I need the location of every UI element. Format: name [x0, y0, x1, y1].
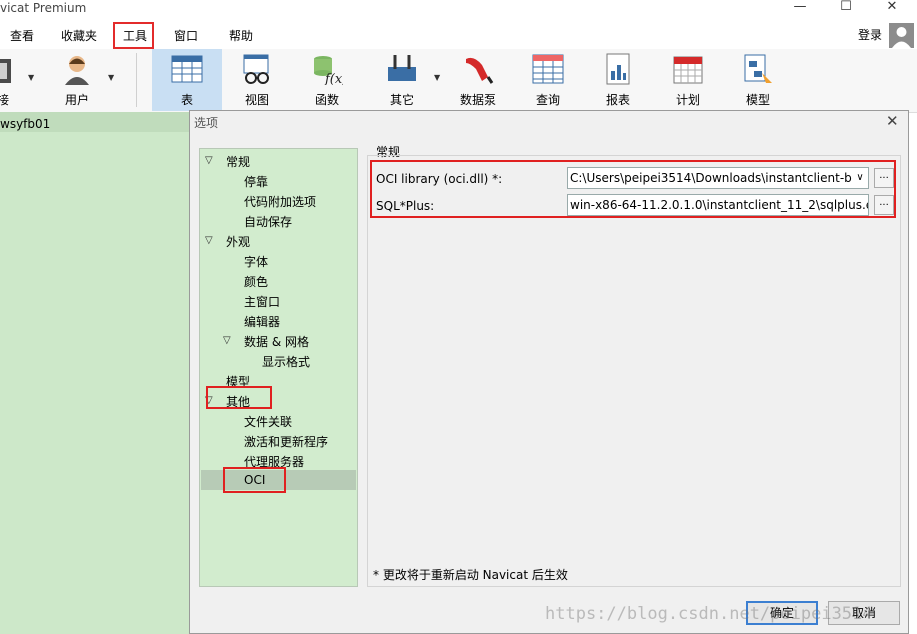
other-button[interactable]: 其它: [370, 49, 434, 111]
tree-item-display-format[interactable]: 显示格式: [262, 353, 310, 370]
data-pump-label: 数据泵: [459, 93, 496, 107]
tree-item-color[interactable]: 颜色: [244, 273, 268, 290]
calendar-icon: [673, 56, 703, 84]
tree-item-font[interactable]: 字体: [244, 253, 268, 270]
connection-button[interactable]: 接: [0, 49, 20, 111]
view-label: 视图: [244, 93, 269, 107]
connection-icon: [0, 59, 11, 83]
tree-item-activation-update[interactable]: 激活和更新程序: [244, 433, 328, 450]
dialog-title: 选项: [194, 116, 219, 130]
oci-highlight-box: [223, 467, 286, 493]
tree-item-main-window[interactable]: 主窗口: [244, 293, 280, 310]
general-group-box: [367, 155, 901, 587]
restart-note: * 更改将于重新启动 Navicat 后生效: [373, 568, 568, 582]
report-icon: [606, 53, 630, 85]
user-dropdown-icon[interactable]: ▼: [108, 73, 114, 82]
function-label: 函数: [314, 93, 339, 107]
connection-label: 接: [0, 93, 9, 107]
app-title: vicat Premium: [0, 1, 87, 15]
tree-item-general[interactable]: 常规: [226, 153, 250, 170]
toolbar-ribbon: 接 ▼ 用户 ▼ 表 视图 f(x) 函数 其它 ▼ 数据泵 查询 报表 计划 …: [0, 49, 917, 113]
query-button[interactable]: 查询: [516, 49, 580, 111]
schedule-button[interactable]: 计划: [656, 49, 720, 111]
watermark: https://blog.csdn.net/peipei3514: [545, 604, 873, 624]
tree-item-code-options[interactable]: 代码附加选项: [244, 193, 316, 210]
minimize-button[interactable]: —: [780, 0, 820, 17]
schedule-label: 计划: [675, 93, 700, 107]
login-link[interactable]: 登录: [858, 26, 882, 43]
expand-caret-icon[interactable]: ▽: [223, 335, 231, 346]
function-icon: f(x): [314, 56, 343, 85]
view-glasses-icon: [243, 54, 269, 84]
data-pump-button[interactable]: 数据泵: [444, 49, 512, 111]
expand-caret-icon[interactable]: ▽: [205, 155, 213, 166]
maximize-button[interactable]: ☐: [826, 0, 866, 17]
fuel-pump-icon: [466, 57, 494, 84]
dialog-close-icon[interactable]: ✕: [886, 112, 899, 130]
view-button[interactable]: 视图: [224, 49, 290, 111]
user-icon: [65, 56, 89, 85]
other-dropdown-icon[interactable]: ▼: [434, 73, 440, 82]
ribbon-separator: [136, 53, 137, 107]
table-label: 表: [180, 93, 193, 107]
title-bar: vicat Premium — ☐ ✕: [0, 0, 917, 20]
others-highlight-box: [206, 386, 272, 409]
tools-icon: [388, 55, 416, 81]
report-label: 报表: [605, 93, 630, 107]
menu-view[interactable]: 查看: [10, 27, 34, 44]
model-icon: [744, 54, 772, 83]
oci-settings-highlight-box: [370, 160, 896, 218]
close-window-button[interactable]: ✕: [872, 0, 912, 17]
connection-dropdown-icon[interactable]: ▼: [28, 73, 34, 82]
query-icon: [532, 54, 564, 84]
user-icon: [892, 27, 911, 48]
tree-item-autosave[interactable]: 自动保存: [244, 213, 292, 230]
expand-caret-icon[interactable]: ▽: [205, 235, 213, 246]
other-label: 其它: [389, 93, 414, 107]
connection-panel: wsyfb01: [0, 112, 190, 634]
svg-text:f(x): f(x): [324, 72, 343, 85]
menu-favorites[interactable]: 收藏夹: [61, 27, 97, 44]
table-icon: [171, 55, 203, 83]
tree-item-editor[interactable]: 编辑器: [244, 313, 280, 330]
menu-help[interactable]: 帮助: [229, 27, 253, 44]
avatar[interactable]: [889, 23, 914, 48]
tree-item-file-association[interactable]: 文件关联: [244, 413, 292, 430]
tree-item-data-grid[interactable]: 数据 & 网格: [244, 333, 309, 350]
query-label: 查询: [535, 93, 560, 107]
tree-item-docking[interactable]: 停靠: [244, 173, 268, 190]
model-button[interactable]: 模型: [726, 49, 790, 111]
connection-row[interactable]: wsyfb01: [0, 112, 190, 132]
options-dialog: 选项 ✕ ▽ 常规 停靠 代码附加选项 自动保存 ▽ 外观 字体 颜色 主窗口 …: [189, 110, 909, 634]
table-button[interactable]: 表: [152, 49, 222, 111]
options-tree: ▽ 常规 停靠 代码附加选项 自动保存 ▽ 外观 字体 颜色 主窗口 编辑器 ▽…: [199, 148, 358, 587]
function-button[interactable]: f(x) 函数: [294, 49, 360, 111]
connection-name[interactable]: wsyfb01: [0, 117, 50, 131]
tree-item-appearance[interactable]: 外观: [226, 233, 250, 250]
report-button[interactable]: 报表: [586, 49, 650, 111]
user-button[interactable]: 用户: [52, 49, 102, 111]
menu-window[interactable]: 窗口: [174, 27, 198, 44]
model-label: 模型: [745, 93, 770, 107]
tools-highlight-box: [113, 22, 154, 49]
user-label: 用户: [64, 93, 89, 107]
